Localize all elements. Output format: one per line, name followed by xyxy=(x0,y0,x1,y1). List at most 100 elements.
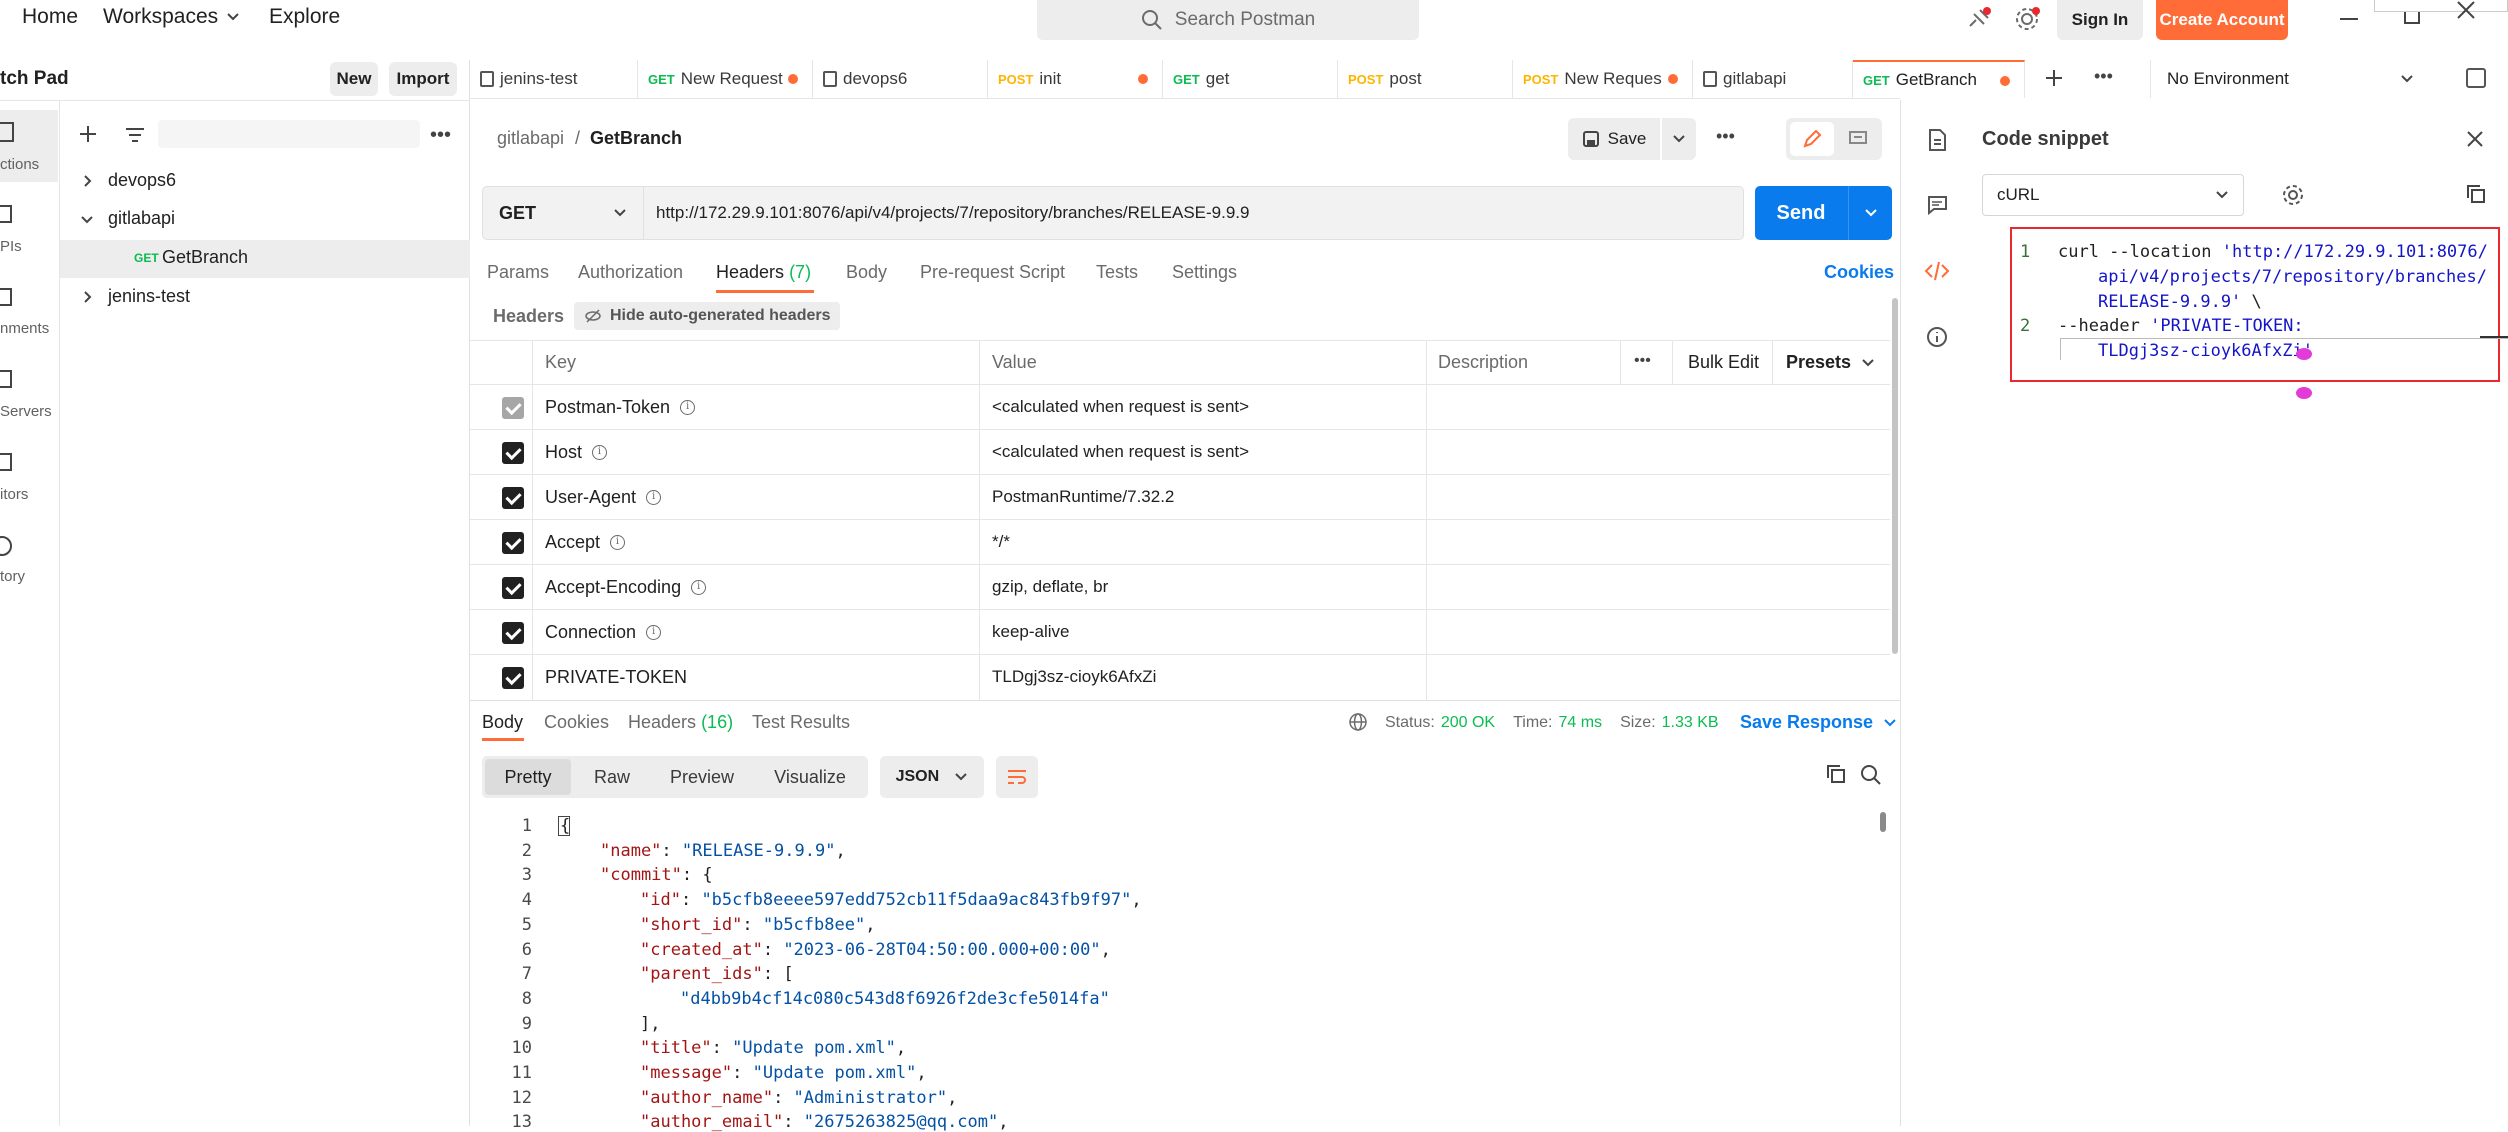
new-button[interactable]: New xyxy=(330,62,378,96)
header-value[interactable]: keep-alive xyxy=(992,622,1070,642)
search-icon[interactable] xyxy=(1860,764,1882,791)
row-checkbox[interactable] xyxy=(502,577,524,599)
code-line[interactable]: "d4bb9b4cf14c080c543d8f6926f2de3cfe5014f… xyxy=(680,989,1110,1009)
create-account-button[interactable]: Create Account xyxy=(2156,0,2288,40)
method-select[interactable]: GET xyxy=(482,186,644,240)
snippet-line[interactable]: curl --location 'http://172.29.9.101:807… xyxy=(2058,242,2488,262)
rail-history-label[interactable]: tory xyxy=(0,568,25,585)
comments-icon[interactable] xyxy=(1926,194,1948,221)
nav-workspaces[interactable]: Workspaces xyxy=(103,5,240,29)
snippet-string[interactable]: api/v4/projects/7/repository/branches/ xyxy=(2098,267,2487,287)
code-line[interactable]: "author_email": "2675263825@qq.com", xyxy=(640,1112,1009,1132)
snippet-string[interactable]: TLDgj3sz-cioyk6AfxZi' xyxy=(2098,341,2313,361)
header-key[interactable]: Host xyxy=(545,442,582,463)
code-icon[interactable] xyxy=(1924,260,1950,287)
tab-new-request[interactable]: GET New Request xyxy=(638,60,813,98)
tab-pre-request-script[interactable]: Pre-request Script xyxy=(920,262,1065,283)
tab-devops6[interactable]: devops6 xyxy=(813,60,988,98)
info-icon[interactable]: i xyxy=(592,445,608,460)
tab-params[interactable]: Params xyxy=(487,262,549,283)
plus-icon[interactable] xyxy=(78,124,98,144)
sign-in-button[interactable]: Sign In xyxy=(2057,0,2143,40)
header-value[interactable]: PostmanRuntime/7.32.2 xyxy=(992,487,1174,507)
header-value[interactable]: <calculated when request is sent> xyxy=(992,442,1249,462)
send-options-button[interactable] xyxy=(1848,186,1892,240)
save-options-button[interactable] xyxy=(1662,118,1696,160)
info-icon[interactable] xyxy=(1926,326,1948,353)
presets-button[interactable]: Presets xyxy=(1786,352,1875,373)
request-more-icon[interactable]: ••• xyxy=(1716,126,1735,147)
size-value[interactable]: 1.33 KB xyxy=(1662,714,1719,732)
search-bar[interactable]: Search Postman xyxy=(1037,0,1419,40)
import-button[interactable]: Import xyxy=(389,62,457,96)
url-input[interactable]: http://172.29.9.101:8076/api/v4/projects… xyxy=(644,186,1744,240)
close-icon[interactable] xyxy=(2466,130,2484,153)
info-icon[interactable]: i xyxy=(691,580,707,595)
info-icon[interactable]: i xyxy=(646,625,662,640)
response-tab-test-results[interactable]: Test Results xyxy=(752,712,850,733)
time-value[interactable]: 74 ms xyxy=(1558,714,1602,732)
row-checkbox[interactable] xyxy=(502,532,524,554)
gear-icon[interactable] xyxy=(2282,184,2304,211)
gear-icon[interactable] xyxy=(2012,4,2042,34)
headers-scrollbar[interactable] xyxy=(1892,298,1898,654)
snippet-line[interactable]: --header 'PRIVATE-TOKEN: xyxy=(2058,316,2304,336)
code-line[interactable]: "parent_ids": [ xyxy=(640,964,794,984)
nav-home[interactable]: Home xyxy=(22,5,78,29)
tab-init[interactable]: POST init xyxy=(988,60,1163,98)
tab-body[interactable]: Body xyxy=(846,262,887,283)
header-value[interactable]: <calculated when request is sent> xyxy=(992,397,1249,417)
save-response-button[interactable]: Save Response xyxy=(1740,712,1897,733)
header-key[interactable]: User-Agent xyxy=(545,487,636,508)
tab-post[interactable]: POST post xyxy=(1338,60,1513,98)
documentation-icon[interactable] xyxy=(1926,128,1948,157)
request-name[interactable]: GetBranch xyxy=(590,128,682,149)
header-value[interactable]: gzip, deflate, br xyxy=(992,577,1108,597)
cookies-link[interactable]: Cookies xyxy=(1824,262,1894,283)
more-options-icon[interactable]: ••• xyxy=(430,124,451,147)
bulk-edit-button[interactable]: Bulk Edit xyxy=(1688,352,1759,373)
code-line[interactable]: "message": "Update pom.xml", xyxy=(640,1063,927,1083)
filter-icon[interactable] xyxy=(124,126,146,144)
tab-gitlabapi[interactable]: gitlabapi xyxy=(1693,60,1853,98)
chevron-right-icon[interactable] xyxy=(82,174,94,193)
save-button[interactable]: Save xyxy=(1568,118,1660,160)
tab-tests[interactable]: Tests xyxy=(1096,262,1138,283)
row-checkbox[interactable] xyxy=(502,487,524,509)
header-key[interactable]: Connection xyxy=(545,622,636,643)
breadcrumb-parent[interactable]: gitlabapi xyxy=(497,128,564,149)
row-checkbox[interactable] xyxy=(502,667,524,689)
info-icon[interactable]: i xyxy=(610,535,626,550)
row-checkbox[interactable] xyxy=(502,442,524,464)
code-line[interactable]: "author_name": "Administrator", xyxy=(640,1088,957,1108)
tab-headers[interactable]: Headers (7) xyxy=(716,262,811,283)
code-line[interactable]: "name": "RELEASE-9.9.9", xyxy=(600,841,846,861)
new-tab-plus-icon[interactable] xyxy=(2044,68,2064,93)
sidebar-item-getbranch[interactable]: GetBranch xyxy=(162,247,248,268)
response-tab-cookies[interactable]: Cookies xyxy=(544,712,609,733)
format-select[interactable]: JSON xyxy=(880,756,984,798)
sidebar-search-input[interactable] xyxy=(158,120,420,148)
header-key[interactable]: Accept xyxy=(545,532,600,553)
rail-environments-label[interactable]: nments xyxy=(0,320,49,337)
row-checkbox[interactable] xyxy=(502,397,524,419)
tabs-more-icon[interactable]: ••• xyxy=(2094,66,2113,87)
code-line[interactable]: "title": "Update pom.xml", xyxy=(640,1038,906,1058)
wrap-lines-icon[interactable] xyxy=(996,756,1038,798)
tab-authorization[interactable]: Authorization xyxy=(578,262,683,283)
rail-mock-servers-label[interactable]: Servers xyxy=(0,403,52,420)
code-line[interactable]: "short_id": "b5cfb8ee", xyxy=(640,915,875,935)
snippet-line[interactable]: RELEASE-9.9.9' \ xyxy=(2098,292,2262,312)
chevron-right-icon[interactable] xyxy=(82,290,94,309)
code-line[interactable]: "id": "b5cfb8eeee597edd752cb11f5daa9ac84… xyxy=(640,890,1142,910)
view-raw[interactable]: Raw xyxy=(575,759,649,795)
sidebar-item-devops6[interactable]: devops6 xyxy=(108,170,176,191)
response-scrollbar[interactable] xyxy=(1880,812,1886,832)
tab-get[interactable]: GET get xyxy=(1163,60,1338,98)
satellite-icon[interactable] xyxy=(1964,4,1994,34)
send-button[interactable]: Send xyxy=(1755,186,1847,240)
info-icon[interactable]: i xyxy=(680,400,696,415)
hide-auto-headers-button[interactable]: Hide auto-generated headers xyxy=(574,302,840,330)
info-icon[interactable]: i xyxy=(646,490,662,505)
minimize-icon[interactable] xyxy=(2340,18,2358,20)
